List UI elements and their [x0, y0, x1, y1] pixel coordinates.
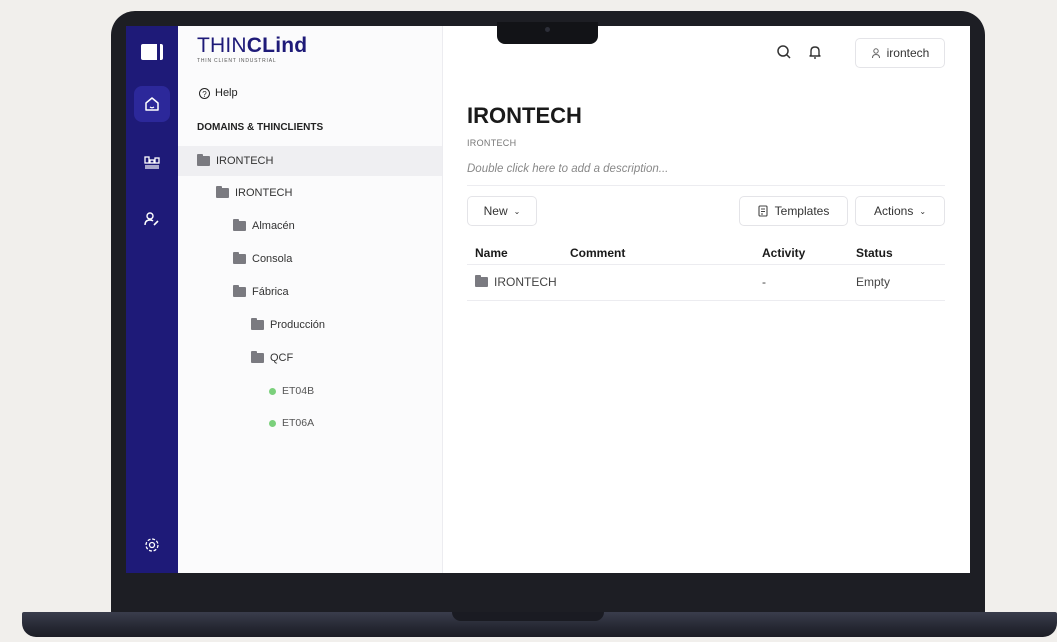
breadcrumb[interactable]: IRONTECH	[467, 138, 516, 148]
tree-item-label: Almacén	[252, 220, 295, 232]
table-row-status: Empty	[856, 275, 891, 289]
users-icon[interactable]	[134, 201, 170, 237]
table-row-name[interactable]: IRONTECH	[475, 275, 557, 289]
column-header-comment[interactable]: Comment	[570, 246, 625, 260]
table-row-activity: -	[762, 275, 766, 289]
bell-icon[interactable]	[806, 43, 824, 61]
tree-item-produccion[interactable]: Producción	[251, 310, 325, 340]
tree-item-label: QCF	[270, 352, 294, 364]
brand-prefix: THIN	[197, 34, 247, 57]
templates-button[interactable]: Templates	[739, 196, 848, 226]
templates-button-label: Templates	[774, 204, 830, 218]
chevron-down-icon: ⌄	[919, 206, 927, 216]
online-status-dot	[269, 387, 276, 395]
new-button[interactable]: New ⌄	[467, 196, 537, 226]
folder-icon	[233, 285, 246, 297]
table-row-divider	[467, 300, 945, 301]
nav-rail	[126, 26, 178, 573]
tree-item-label: Fábrica	[252, 286, 289, 298]
description-field[interactable]: Double click here to add a description..…	[467, 163, 668, 175]
tree-item-label: IRONTECH	[216, 155, 274, 167]
new-button-label: New	[483, 204, 508, 218]
tree-item-et06a[interactable]: ET06A	[269, 408, 314, 438]
brand-logo: THINCLind THIN CLIENT INDUSTRIAL	[197, 34, 308, 65]
tree-item-et04b[interactable]: ET04B	[269, 376, 314, 406]
user-icon	[871, 47, 880, 58]
brand-highlight: CLind	[246, 34, 308, 57]
tree-item-fabrica[interactable]: Fábrica	[233, 277, 289, 307]
help-icon: ?	[199, 87, 210, 99]
tree-item-consola[interactable]: Consola	[233, 244, 292, 274]
tree-item-irontech-root[interactable]: IRONTECH	[178, 146, 442, 176]
laptop-base-groove	[452, 612, 604, 621]
folder-icon	[233, 252, 246, 264]
folder-icon	[251, 318, 264, 330]
tree-item-irontech[interactable]: IRONTECH	[216, 178, 292, 208]
search-icon[interactable]	[775, 43, 793, 61]
app-logo-icon[interactable]	[126, 26, 178, 78]
tree-item-label: IRONTECH	[235, 187, 293, 199]
tree-item-label: ET06A	[282, 417, 315, 429]
camera-notch	[497, 22, 598, 44]
help-link[interactable]: ? Help	[199, 87, 238, 99]
column-header-status[interactable]: Status	[856, 246, 893, 260]
folder-icon	[216, 186, 229, 198]
tree-item-label: ET04B	[282, 385, 315, 397]
settings-icon[interactable]	[134, 527, 170, 563]
table-header-divider	[467, 264, 945, 265]
tree-item-label: Consola	[252, 253, 293, 265]
actions-button[interactable]: Actions ⌄	[855, 196, 945, 226]
actions-button-label: Actions	[873, 204, 914, 218]
folder-icon	[197, 154, 210, 166]
home-icon[interactable]	[134, 86, 170, 122]
main-content: IRONTECH IRONTECH Double click here to a…	[443, 78, 970, 573]
tree-section-title: DOMAINS & THINCLIENTS	[197, 122, 324, 133]
app-screen: THINCLind THIN CLIENT INDUSTRIAL ? Help …	[126, 26, 970, 573]
camera-icon	[545, 27, 550, 32]
tree-item-almacen[interactable]: Almacén	[233, 211, 295, 241]
tree-item-qcf[interactable]: QCF	[251, 343, 293, 373]
folder-icon	[251, 351, 264, 363]
template-icon	[758, 205, 768, 217]
page-title: IRONTECH	[467, 103, 582, 128]
column-header-name[interactable]: Name	[475, 246, 508, 260]
chevron-down-icon: ⌄	[513, 206, 521, 216]
row-name-label: IRONTECH	[494, 275, 557, 289]
tree-item-label: Producción	[270, 319, 326, 331]
folder-icon	[475, 275, 488, 287]
tree-panel: THINCLind THIN CLIENT INDUSTRIAL ? Help …	[178, 26, 443, 573]
user-menu-button[interactable]: irontech	[855, 38, 945, 68]
online-status-dot	[269, 419, 276, 427]
brand-tagline: THIN CLIENT INDUSTRIAL	[197, 58, 277, 64]
column-header-activity[interactable]: Activity	[762, 246, 805, 260]
folder-icon	[233, 219, 246, 231]
user-name: irontech	[886, 46, 930, 60]
help-label: Help	[215, 87, 238, 99]
divider	[467, 185, 945, 186]
devices-icon[interactable]	[134, 144, 170, 180]
